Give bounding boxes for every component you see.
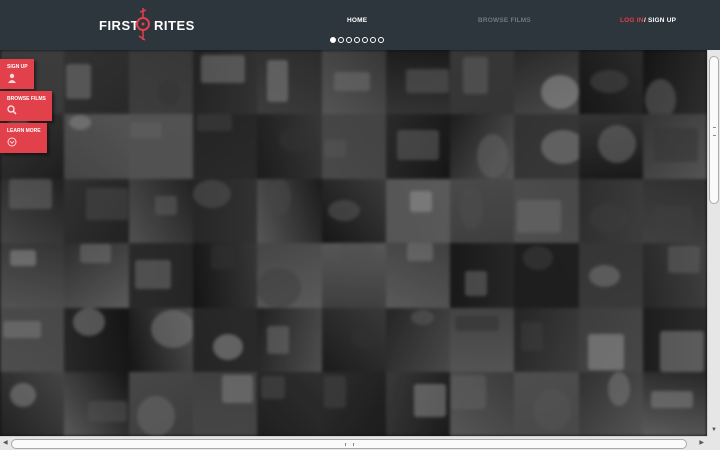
top-navigation-bar: FIRST RITES HOME BROWSE FILMS LOG IN / S…: [0, 0, 720, 50]
carousel-dot[interactable]: [338, 37, 344, 43]
nav-browse-films-link[interactable]: BROWSE FILMS: [478, 17, 531, 24]
carousel-dot[interactable]: [346, 37, 352, 43]
user-icon: [8, 73, 16, 83]
carousel-dot[interactable]: [378, 37, 384, 43]
carousel-dot[interactable]: [330, 37, 336, 43]
carousel-dot[interactable]: [370, 37, 376, 43]
nav-signup-link[interactable]: SIGN UP: [648, 17, 676, 24]
search-icon: [7, 105, 17, 115]
nav-separator: /: [644, 17, 647, 24]
side-signup-label: SIGN UP: [7, 64, 28, 70]
scroll-right-arrow-icon[interactable]: ▶: [699, 440, 704, 446]
carousel-dot[interactable]: [362, 37, 368, 43]
mosaic-overlay: [0, 50, 707, 436]
film-reel-logo-icon: [136, 8, 150, 41]
vertical-scrollbar-thumb[interactable]: [709, 56, 719, 204]
carousel-dot[interactable]: [354, 37, 360, 43]
side-browse-films-button[interactable]: BROWSE FILMS: [0, 91, 52, 121]
side-learn-more-button[interactable]: LEARN MORE: [0, 123, 47, 153]
nav-home-link[interactable]: HOME: [347, 17, 367, 24]
side-learn-label: LEARN MORE: [7, 128, 41, 134]
horizontal-grip-icon: [345, 443, 354, 446]
logo-rites-text: RITES: [154, 18, 195, 33]
horizontal-scrollbar-thumb[interactable]: [11, 439, 687, 449]
vertical-grip-icon: [713, 127, 716, 136]
scroll-left-arrow-icon[interactable]: ◀: [3, 440, 8, 446]
vertical-scrollbar[interactable]: ▼: [707, 50, 720, 436]
scroll-down-arrow-icon[interactable]: ▼: [711, 427, 717, 433]
side-signup-button[interactable]: SIGN UP: [0, 59, 34, 89]
first-rites-logo[interactable]: FIRST RITES: [99, 6, 195, 44]
scrollbar-corner: [707, 436, 720, 450]
carousel-pagination: [330, 37, 384, 43]
chevron-down-circle-icon: [7, 137, 17, 147]
horizontal-scrollbar[interactable]: ◀ ▶: [0, 436, 707, 450]
side-browse-label: BROWSE FILMS: [7, 96, 46, 102]
nav-login-link[interactable]: LOG IN: [620, 17, 644, 24]
